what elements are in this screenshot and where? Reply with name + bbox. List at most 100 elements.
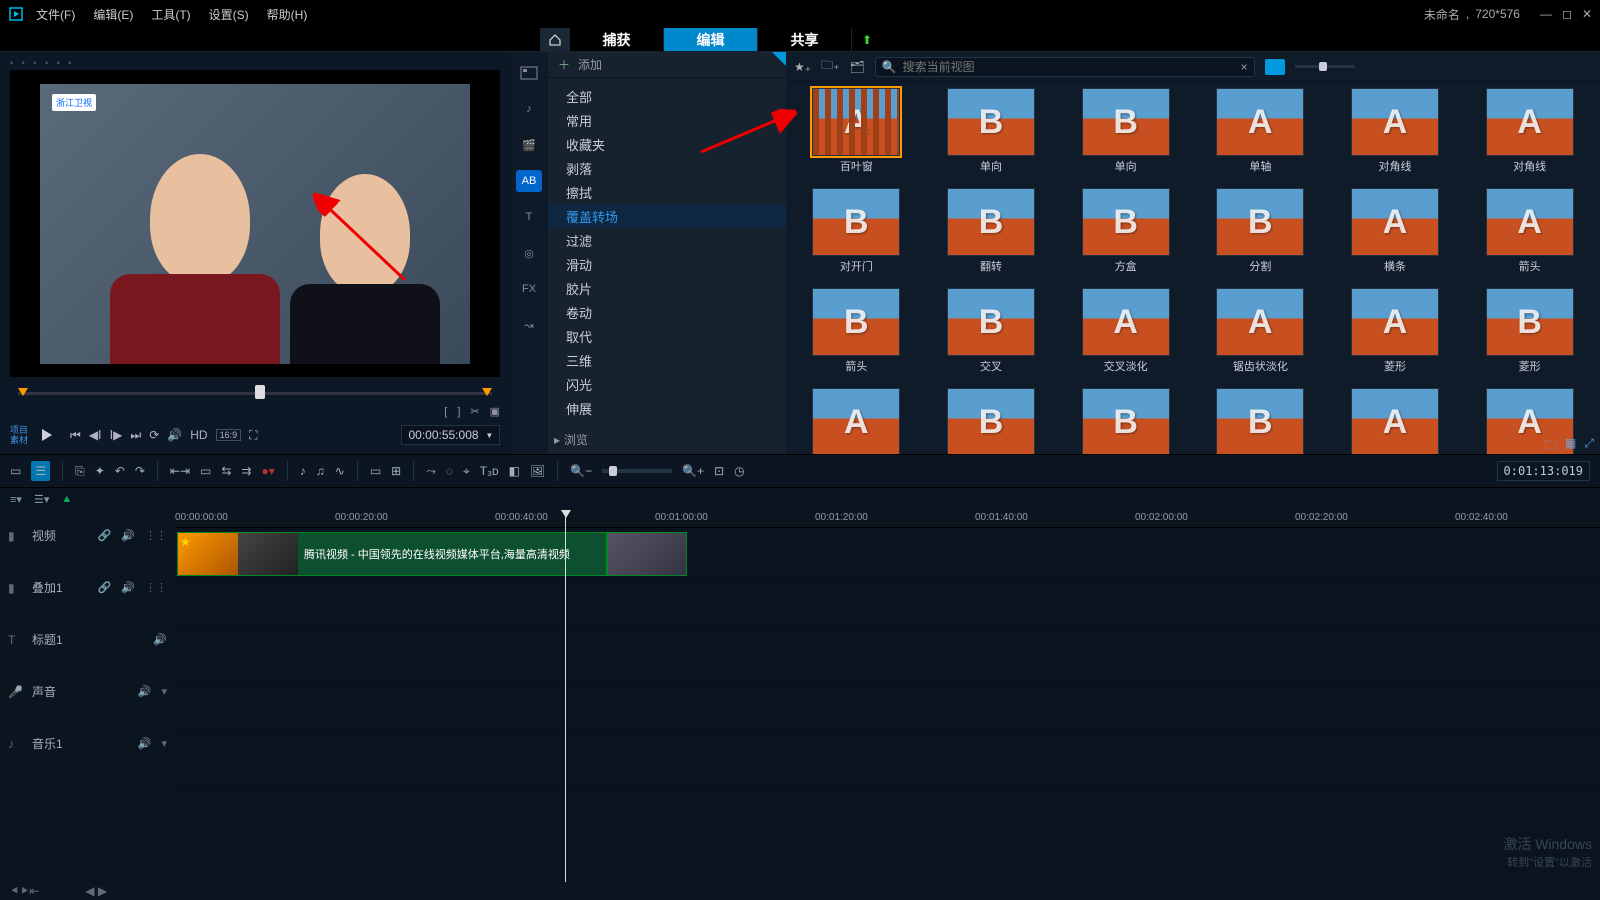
playhead[interactable]: [565, 510, 566, 882]
transition-item[interactable]: A箭头: [1465, 188, 1594, 284]
track-lane[interactable]: ★腾讯视频 - 中国领先的在线视频媒体平台,海量高清视频: [175, 528, 1600, 580]
fit-project-icon[interactable]: ⊡: [714, 464, 724, 478]
trackopts-icon[interactable]: ☰▾: [34, 493, 49, 506]
audio-mix-icon[interactable]: ♪: [300, 464, 306, 478]
auto-music-icon[interactable]: ♫: [316, 464, 325, 478]
transition-item[interactable]: A对角线: [1465, 88, 1594, 184]
zoomout-icon[interactable]: 🔍−: [570, 464, 592, 478]
loop-icon[interactable]: ⟳: [149, 428, 159, 442]
tools-icon[interactable]: ✦: [95, 464, 105, 478]
add-category-icon[interactable]: ＋: [558, 56, 570, 73]
track-lane[interactable]: [175, 684, 1600, 736]
track-link-icon[interactable]: 🔗: [98, 581, 112, 594]
project-mode[interactable]: 项目: [10, 425, 28, 435]
clear-search-icon[interactable]: ×: [1241, 60, 1248, 74]
track-vol-icon[interactable]: 🔊: [153, 633, 167, 646]
tab-capture[interactable]: 捕获: [570, 28, 664, 51]
cat-transition-icon[interactable]: AB: [516, 170, 542, 192]
tree-item-0[interactable]: 全部: [548, 84, 786, 108]
preview-timecode[interactable]: 00:00:55:008 ▾: [401, 425, 500, 445]
track-lane[interactable]: [175, 632, 1600, 684]
motion-icon[interactable]: ⤳: [426, 464, 436, 479]
split-icon[interactable]: ✂: [470, 405, 479, 418]
menu-settings[interactable]: 设置(S): [209, 6, 249, 23]
add-track-icon[interactable]: ▲: [61, 493, 72, 505]
multicamera-icon[interactable]: ⌖: [463, 464, 470, 479]
mask-icon[interactable]: ◧: [509, 464, 520, 478]
transition-item[interactable]: B单向: [1061, 88, 1190, 184]
upload-icon[interactable]: ⬆: [852, 28, 882, 51]
transition-item[interactable]: B: [1061, 388, 1190, 454]
tree-item-2[interactable]: 收藏夹: [548, 132, 786, 156]
transition-item[interactable]: A单轴: [1196, 88, 1325, 184]
zoomin-icon[interactable]: 🔍+: [682, 464, 704, 478]
search-input[interactable]: 🔍 ×: [875, 57, 1255, 77]
tab-edit[interactable]: 编辑: [664, 28, 758, 51]
minimize-icon[interactable]: —: [1540, 7, 1552, 21]
cat-graphic-icon[interactable]: ◎: [516, 242, 542, 264]
step-fwd-icon[interactable]: Ⅰ▶: [110, 428, 123, 442]
timeline-timecode[interactable]: 0:01:13:019: [1497, 461, 1590, 481]
track-chev-icon[interactable]: ▾: [161, 737, 167, 750]
track-header[interactable]: ♪音乐1🔊▾: [0, 718, 175, 770]
copy-icon[interactable]: ⎘: [75, 464, 85, 479]
tree-item-5[interactable]: 覆盖转场: [548, 204, 786, 228]
aspect-toggle[interactable]: 16:9: [216, 429, 242, 441]
menu-edit[interactable]: 编辑(E): [93, 6, 133, 23]
transition-item[interactable]: A百叶窗: [792, 88, 921, 184]
transition-item[interactable]: B交叉: [927, 288, 1056, 384]
tree-item-4[interactable]: 擦拭: [548, 180, 786, 204]
sort-icon[interactable]: 🗂: [849, 60, 864, 74]
storyboard-mode-icon[interactable]: ▭: [10, 464, 21, 478]
track-vol-icon[interactable]: 🔊: [138, 685, 152, 698]
marker-icon[interactable]: ●▾: [261, 464, 274, 478]
tab-share[interactable]: 共享: [758, 28, 852, 51]
cat-media-icon[interactable]: [516, 62, 542, 84]
track-vol-icon[interactable]: 🔊: [121, 529, 135, 542]
track-motion-icon[interactable]: ◌: [446, 464, 453, 478]
track-lane[interactable]: [175, 580, 1600, 632]
transition-item[interactable]: B翻转: [927, 188, 1056, 284]
timeline-scrollbar[interactable]: ⯇⯈⇤ ◀ ▶: [0, 882, 1600, 900]
tracklist-menu-icon[interactable]: ≡▾: [10, 493, 22, 506]
transition-item[interactable]: A横条: [1331, 188, 1460, 284]
ripple-icon[interactable]: ⇉: [241, 464, 251, 478]
scrub-bar[interactable]: [18, 392, 492, 395]
transition-item[interactable]: B: [927, 388, 1056, 454]
timeline-mode-icon[interactable]: ☰: [31, 461, 50, 481]
track-link-icon[interactable]: 🔗: [98, 529, 112, 542]
transition-item[interactable]: B单向: [927, 88, 1056, 184]
subtitle-icon[interactable]: ⊞: [391, 464, 401, 478]
fullscreen-icon[interactable]: ⛶: [249, 428, 257, 443]
track-grid-icon[interactable]: ⋮⋮: [145, 529, 167, 542]
step-back-icon[interactable]: ◀Ⅰ: [89, 428, 102, 442]
zoom-slider[interactable]: [602, 469, 672, 473]
grid-view-button[interactable]: [1265, 59, 1285, 75]
home-button[interactable]: [540, 28, 570, 51]
transition-item[interactable]: A菱形: [1331, 288, 1460, 384]
tree-item-3[interactable]: 剥落: [548, 156, 786, 180]
transition-item[interactable]: B菱形: [1465, 288, 1594, 384]
transition-item[interactable]: B箭头: [792, 288, 921, 384]
transition-item[interactable]: A: [1331, 388, 1460, 454]
track-header[interactable]: ▮视频🔗🔊⋮⋮: [0, 510, 175, 562]
fav-icon[interactable]: ★₊: [794, 60, 811, 74]
layout-save-icon[interactable]: 🗀: [1545, 436, 1557, 457]
thumb-zoom-slider[interactable]: [1295, 64, 1355, 70]
close-icon[interactable]: ✕: [1582, 7, 1592, 21]
normalize-icon[interactable]: ∿: [335, 464, 345, 478]
clip-mode[interactable]: 素材: [10, 435, 28, 445]
addlib-icon[interactable]: 🗀₊: [821, 56, 839, 77]
video-clip[interactable]: ★腾讯视频 - 中国领先的在线视频媒体平台,海量高清视频: [177, 532, 607, 576]
tree-item-6[interactable]: 过滤: [548, 228, 786, 252]
go-start-icon[interactable]: ⏮: [70, 428, 81, 443]
painting-icon[interactable]: 🖼: [530, 464, 545, 478]
transition-item[interactable]: B方盒: [1061, 188, 1190, 284]
transition-item[interactable]: B对开门: [792, 188, 921, 284]
tree-item-12[interactable]: 闪光: [548, 372, 786, 396]
3d-title-icon[interactable]: T₃ᴅ: [480, 464, 499, 478]
duration-icon[interactable]: ◷: [734, 464, 744, 478]
maximize-icon[interactable]: ◻: [1562, 7, 1572, 21]
layout-grid-icon[interactable]: ▦: [1565, 436, 1576, 457]
track-header[interactable]: T标题1🔊: [0, 614, 175, 666]
